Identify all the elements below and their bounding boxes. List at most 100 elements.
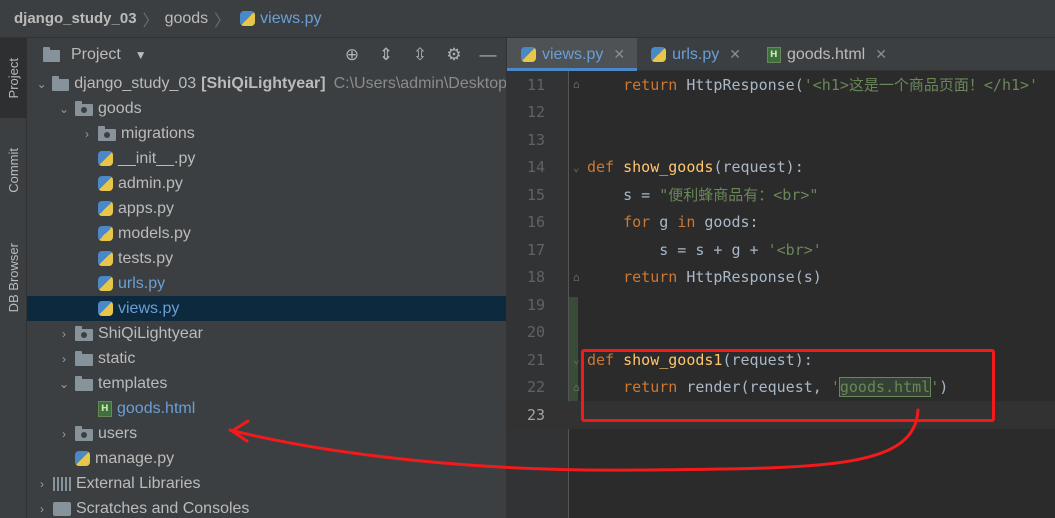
code-line: 16 for g in goods: (507, 209, 1055, 237)
project-panel-title[interactable]: Project (71, 46, 121, 64)
db-browser-tool-tab-label: DB Browser (6, 243, 21, 313)
tree-item-label: templates (98, 374, 168, 392)
scratches-icon (53, 501, 71, 516)
tree-row-templates[interactable]: ⌄ templates (27, 371, 506, 396)
tab-views-py[interactable]: views.py ✕ (507, 38, 638, 71)
line-number: 12 (526, 103, 545, 122)
chevron-down-icon[interactable]: ▼ (135, 48, 147, 62)
library-icon (53, 476, 71, 491)
db-browser-tool-tab[interactable]: DB Browser (0, 228, 27, 328)
tree-item-label: manage.py (95, 449, 175, 467)
code-editor: views.py ✕ urls.py ✕ goods.html ✕ 11 ⌂ r… (507, 38, 1055, 518)
chevron-down-icon[interactable]: ⌄ (57, 102, 71, 116)
tree-row-users[interactable]: › users (27, 421, 506, 446)
tree-row-init[interactable]: __init__.py (27, 146, 506, 171)
tree-item-label: static (98, 349, 136, 367)
code-text: s = s + g + '<br>' (587, 240, 822, 259)
expand-all-icon[interactable]: ⇕ (376, 45, 396, 65)
breadcrumb-file-label: views.py (260, 9, 322, 27)
project-panel-header: Project ▼ ⊕ ⇕ ⇳ ⚙ — (27, 38, 506, 71)
tree-row-static[interactable]: › static (27, 346, 506, 371)
tab-label: urls.py (672, 45, 720, 63)
line-number: 16 (526, 213, 545, 232)
tree-row-apps[interactable]: apps.py (27, 196, 506, 221)
commit-tool-tab-label: Commit (6, 148, 21, 193)
chevron-right-icon[interactable]: › (80, 127, 94, 141)
project-tool-tab-label: Project (6, 57, 21, 99)
chevron-right-icon[interactable]: › (57, 427, 71, 441)
project-tool-tab[interactable]: Project (0, 38, 27, 118)
python-file-icon (98, 226, 113, 241)
hide-icon[interactable]: — (478, 45, 498, 65)
chevron-down-icon[interactable]: ⌄ (35, 77, 48, 91)
tree-row-views[interactable]: views.py (27, 296, 506, 321)
locate-icon[interactable]: ⊕ (342, 45, 362, 65)
code-line: 12 (507, 99, 1055, 127)
tree-row-goods-html[interactable]: goods.html (27, 396, 506, 421)
python-file-icon (98, 176, 113, 191)
html-file-icon (98, 400, 112, 417)
python-file-icon (98, 301, 113, 316)
tree-row-root[interactable]: ⌄ django_study_03 [ShiQiLightyear] C:\Us… (27, 71, 506, 96)
package-folder-icon (75, 425, 93, 441)
line-number: 18 (526, 268, 545, 287)
close-icon[interactable]: ✕ (875, 46, 887, 63)
breadcrumb-file[interactable]: views.py (236, 9, 322, 28)
tree-item-label: Scratches and Consoles (76, 499, 250, 517)
package-folder-icon (75, 100, 93, 116)
collapse-all-icon[interactable]: ⇳ (410, 45, 430, 65)
editor-tab-bar: views.py ✕ urls.py ✕ goods.html ✕ (507, 38, 1055, 71)
code-line-current: 23 (507, 401, 1055, 429)
tree-root-label: django_study_03 (74, 74, 197, 92)
close-icon[interactable]: ✕ (613, 46, 625, 63)
code-text: return HttpResponse('<h1>这是一个商品页面！</h1>' (623, 76, 1039, 95)
chevron-right-icon[interactable]: › (57, 327, 71, 341)
fold-marker-icon[interactable]: ⌂ (573, 271, 580, 284)
fold-marker-icon[interactable]: ⌄ (573, 161, 580, 174)
code-line: 19 (507, 291, 1055, 319)
python-file-icon (98, 151, 113, 166)
python-file-icon (98, 276, 113, 291)
tree-row-external-libraries[interactable]: › External Libraries (27, 471, 506, 496)
code-text: return HttpResponse(s) (623, 268, 822, 287)
fold-marker-icon[interactable]: ⌄ (573, 353, 580, 366)
fold-marker-icon[interactable]: ⌂ (573, 381, 580, 394)
chevron-right-icon[interactable]: › (35, 477, 49, 491)
tree-row-migrations[interactable]: › migrations (27, 121, 506, 146)
tree-row-tests[interactable]: tests.py (27, 246, 506, 271)
breadcrumb-folder[interactable]: goods (165, 10, 209, 28)
tab-urls-py[interactable]: urls.py ✕ (637, 38, 753, 71)
tree-root-project: [ShiQiLightyear] (201, 74, 326, 92)
tree-row-scratches[interactable]: › Scratches and Consoles (27, 496, 506, 518)
chevron-right-icon[interactable]: › (57, 352, 71, 366)
code-text: def show_goods1(request): (587, 350, 813, 369)
tree-row-shiqilightyear[interactable]: › ShiQiLightyear (27, 321, 506, 346)
breadcrumb-separator: 〉 (142, 12, 159, 30)
tree-row-models[interactable]: models.py (27, 221, 506, 246)
code-line: 21 ⌄ def show_goods1(request): (507, 346, 1055, 374)
python-file-icon (240, 11, 256, 26)
chevron-right-icon[interactable]: › (35, 502, 49, 516)
fold-marker-icon[interactable]: ⌂ (573, 78, 580, 91)
python-file-icon (651, 47, 667, 62)
tree-row-urls[interactable]: urls.py (27, 271, 506, 296)
tree-item-label: goods.html (117, 399, 196, 417)
tab-goods-html[interactable]: goods.html ✕ (753, 38, 899, 71)
line-number: 17 (526, 240, 545, 259)
commit-tool-tab[interactable]: Commit (0, 133, 27, 208)
tree-item-label: apps.py (118, 199, 175, 217)
python-file-icon (75, 451, 90, 466)
tree-item-label: urls.py (118, 274, 166, 292)
tree-row-goods[interactable]: ⌄ goods (27, 96, 506, 121)
tree-item-label: External Libraries (76, 474, 201, 492)
tree-row-manage[interactable]: manage.py (27, 446, 506, 471)
tree-row-admin[interactable]: admin.py (27, 171, 506, 196)
code-line: 15 s = "便利蜂商品有：<br>" (507, 181, 1055, 209)
tree-item-label: users (98, 424, 138, 442)
chevron-down-icon[interactable]: ⌄ (57, 377, 71, 391)
breadcrumb-project[interactable]: django_study_03 (14, 10, 137, 27)
code-text: def show_goods(request): (587, 158, 804, 177)
gear-icon[interactable]: ⚙ (444, 45, 464, 65)
close-icon[interactable]: ✕ (729, 46, 741, 63)
python-file-icon (98, 201, 113, 216)
